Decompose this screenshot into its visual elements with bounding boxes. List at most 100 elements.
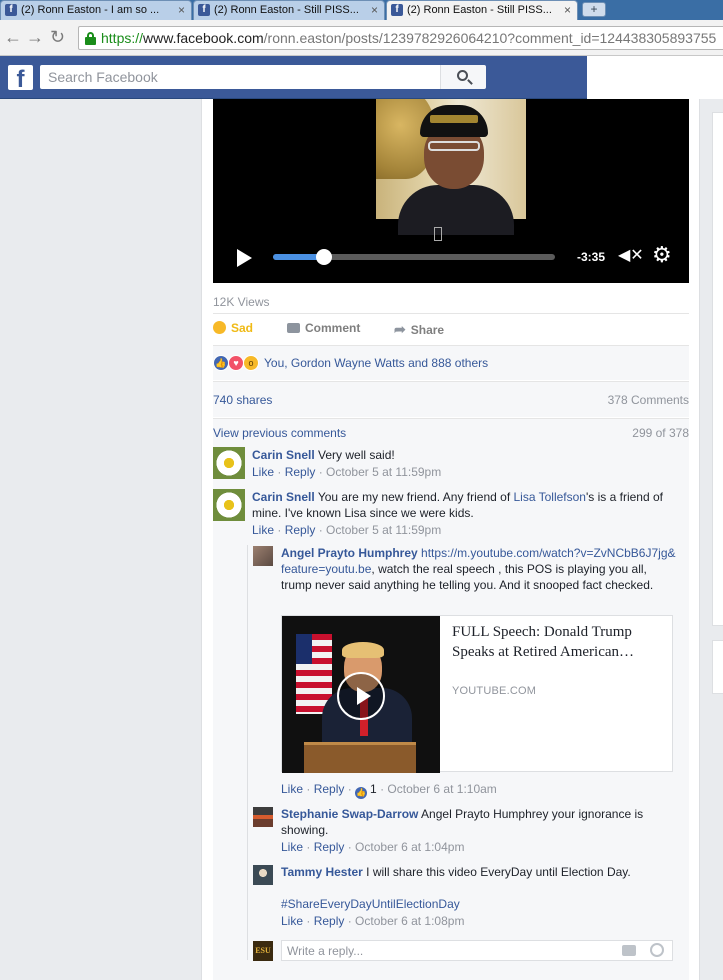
facebook-logo-icon[interactable]: f [8, 65, 33, 90]
like-link[interactable]: Like [281, 840, 303, 854]
mute-icon[interactable]: ◀✕ [618, 247, 644, 265]
shares-link[interactable]: 740 shares [213, 393, 272, 407]
love-reaction-icon: ♥ [228, 355, 244, 371]
reply-input[interactable] [282, 941, 602, 960]
reply-timestamp[interactable]: October 6 at 1:10am [387, 782, 496, 796]
share-arrow-icon: ➦ [394, 321, 406, 337]
video-player[interactable]: -3:35 ◀✕ ⚙ [213, 99, 689, 283]
browser-tab-active[interactable]: f (2) Ronn Easton - Still PISS... × [386, 0, 578, 20]
search-button[interactable] [440, 65, 486, 89]
link-preview-card[interactable]: FULL Speech: Donald Trump Speaks at Reti… [281, 615, 673, 773]
reload-icon[interactable]: ↻ [50, 26, 65, 48]
forward-arrow-icon[interactable]: → [26, 26, 44, 48]
address-bar[interactable]: https://www.facebook.com/ronn.easton/pos… [78, 26, 723, 50]
reply-link[interactable]: Reply [285, 465, 316, 479]
browser-tab[interactable]: f (2) Ronn Easton - Still PISS... × [193, 0, 385, 20]
like-reaction-icon: 👍 [213, 355, 229, 371]
like-link[interactable]: Like [281, 782, 303, 796]
reply-author[interactable]: Tammy Hester [281, 865, 363, 879]
reply-link[interactable]: Reply [314, 840, 345, 854]
comment-count: 378 Comments [607, 393, 689, 407]
close-tab-icon[interactable]: × [564, 1, 571, 20]
comment-author[interactable]: Carin Snell [252, 490, 315, 504]
like-link[interactable]: Like [252, 523, 274, 537]
like-link[interactable]: Like [252, 465, 274, 479]
search-input[interactable] [40, 65, 440, 89]
avatar[interactable] [213, 489, 245, 521]
hashtag-link[interactable]: #ShareEveryDayUntilElectionDay [281, 897, 460, 911]
video-thumbnail[interactable] [282, 616, 440, 773]
search-icon [457, 70, 468, 81]
reply-meta: Like · Reply · October 6 at 1:04pm [281, 840, 465, 854]
reply-author[interactable]: Angel Prayto Humphrey [281, 546, 418, 560]
play-icon[interactable] [237, 249, 252, 267]
facebook-favicon-icon: f [198, 4, 210, 16]
reply-composer[interactable] [281, 940, 673, 961]
mention-link[interactable]: Lisa Tollefson [513, 490, 586, 504]
avatar[interactable] [213, 447, 245, 479]
reply-body: Stephanie Swap-Darrow Angel Prayto Humph… [281, 806, 661, 838]
reply-timestamp[interactable]: October 6 at 1:08pm [355, 914, 464, 928]
tab-title: (2) Ronn Easton - Still PISS... [407, 4, 552, 16]
facebook-top-bar: f [0, 56, 587, 99]
comment-page-count: 299 of 378 [632, 426, 689, 440]
gear-icon[interactable]: ⚙ [652, 244, 672, 266]
reactions-summary[interactable]: 👍 ♥ o You, Gordon Wayne Watts and 888 ot… [213, 345, 689, 380]
reply-link[interactable]: Reply [285, 523, 316, 537]
browser-tab-bar: f (2) Ronn Easton - I am so ... × f (2) … [0, 0, 723, 20]
avatar[interactable] [253, 807, 273, 827]
comment-text: You are my new friend. Any friend of [317, 490, 514, 504]
shares-row: 740 shares 378 Comments [213, 381, 689, 417]
emoji-icon[interactable] [650, 943, 664, 957]
facebook-favicon-icon: f [5, 4, 17, 16]
reply-text: I will share this video EveryDay until E… [366, 865, 631, 879]
lock-icon [85, 32, 96, 45]
comment-body: Carin Snell Very well said! [252, 447, 682, 463]
reactions-text[interactable]: You, Gordon Wayne Watts and 888 others [264, 356, 488, 370]
reply-timestamp[interactable]: October 6 at 1:04pm [355, 840, 464, 854]
reply-link[interactable]: Reply [314, 782, 345, 796]
avatar[interactable] [253, 865, 273, 885]
new-tab-button[interactable]: + [582, 2, 606, 17]
time-remaining: -3:35 [577, 250, 606, 264]
link-card-source: YOUTUBE.COM [452, 685, 537, 697]
reply-author[interactable]: Stephanie Swap-Darrow [281, 807, 418, 821]
like-count[interactable]: 1 [370, 782, 377, 796]
right-rail-card [712, 112, 723, 626]
close-tab-icon[interactable]: × [371, 1, 378, 20]
hashtag-line: #ShareEveryDayUntilElectionDay [281, 896, 460, 912]
sad-reaction-button[interactable]: Sad [213, 321, 253, 335]
tab-title: (2) Ronn Easton - Still PISS... [214, 4, 359, 16]
right-rail-card [712, 640, 723, 694]
comment-text: Very well said! [318, 448, 395, 462]
view-count: 12K Views [213, 295, 270, 309]
sad-face-icon [213, 321, 226, 334]
comment-meta: Like · Reply · October 5 at 11:59pm [252, 523, 442, 537]
wow-reaction-icon: o [243, 355, 259, 371]
browser-tab[interactable]: f (2) Ronn Easton - I am so ... × [0, 0, 192, 20]
close-tab-icon[interactable]: × [178, 1, 185, 20]
view-previous-comments-link[interactable]: View previous comments [213, 426, 346, 440]
reply-body: Tammy Hester I will share this video Eve… [281, 864, 676, 880]
link-card-title[interactable]: FULL Speech: Donald Trump Speaks at Reti… [452, 622, 662, 662]
progress-handle[interactable] [315, 249, 332, 265]
share-button[interactable]: ➦ Share [394, 321, 444, 338]
comment-meta: Like · Reply · October 5 at 11:59pm [252, 465, 442, 479]
browser-toolbar: ← → ↻ https://www.facebook.com/ronn.east… [0, 20, 723, 56]
facebook-favicon-icon: f [391, 4, 403, 16]
like-link[interactable]: Like [281, 914, 303, 928]
current-user-avatar: ESU [253, 941, 273, 961]
comment-timestamp[interactable]: October 5 at 11:59pm [326, 523, 441, 537]
comment-author[interactable]: Carin Snell [252, 448, 315, 462]
comment-timestamp[interactable]: October 5 at 11:59pm [326, 465, 441, 479]
video-frame-image [376, 99, 526, 241]
reply-link[interactable]: Reply [314, 914, 345, 928]
camera-icon[interactable] [622, 945, 636, 956]
back-arrow-icon[interactable]: ← [4, 26, 22, 48]
previous-comments-row: View previous comments 299 of 378 [213, 418, 689, 446]
comment-button[interactable]: Comment [287, 321, 360, 335]
comment-bubble-icon [287, 323, 300, 333]
play-button-icon[interactable] [337, 672, 385, 720]
reply-meta: Like · Reply · October 6 at 1:08pm [281, 914, 465, 928]
avatar[interactable] [253, 546, 273, 566]
